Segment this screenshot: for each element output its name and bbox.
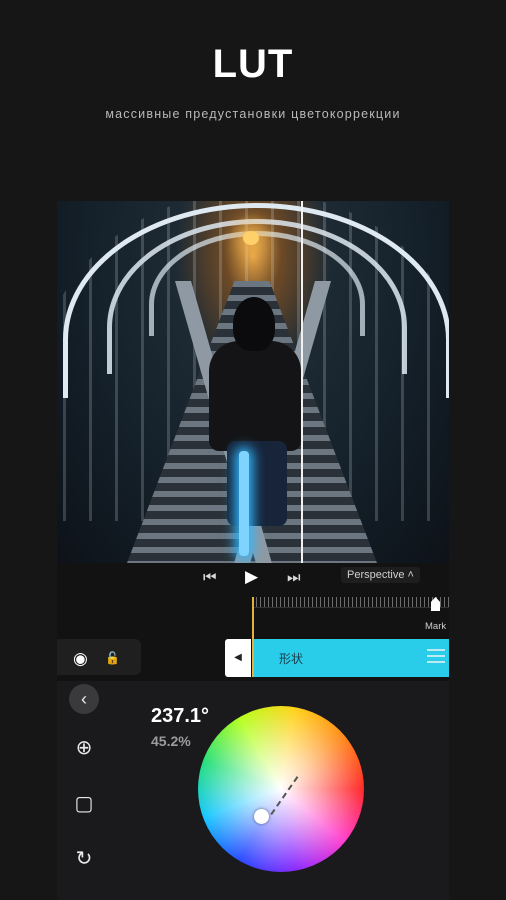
- play-icon[interactable]: ▶: [245, 567, 258, 587]
- timeline-ruler[interactable]: [252, 597, 449, 607]
- saturation-value: 45.2%: [151, 733, 191, 749]
- clip-label: 形状: [279, 652, 304, 666]
- transport-bar: ⏮ ▶ ⏭ Perspective ˄: [57, 563, 449, 593]
- color-wheel[interactable]: [198, 706, 364, 872]
- hero-title: LUT: [212, 42, 294, 86]
- layer-controls: ◉ 🔓: [57, 639, 141, 675]
- compare-split-line[interactable]: [301, 201, 303, 563]
- person-legs: [227, 441, 287, 526]
- hero-subtitle: массивные предустановки цветокоррекции: [105, 107, 401, 121]
- hue-value: 237.1°: [151, 705, 210, 727]
- person-body: [209, 341, 301, 451]
- perspective-dropdown[interactable]: Perspective ˄: [341, 567, 420, 583]
- light-stick: [239, 451, 249, 556]
- ceiling-lamp: [243, 231, 259, 245]
- chevron-up-icon: ˄: [407, 569, 414, 581]
- skip-back-icon[interactable]: ⏮: [203, 569, 217, 586]
- add-keyframe-icon[interactable]: ⊕: [69, 733, 99, 763]
- timeline-ruler-baseline: [252, 607, 449, 608]
- eye-icon[interactable]: ◉: [73, 649, 88, 669]
- color-wheel-knob[interactable]: [254, 809, 269, 824]
- clip-trim-handle[interactable]: ◀: [225, 639, 251, 677]
- perspective-label: Perspective: [347, 569, 405, 581]
- app-screen: ⏮ ▶ ⏭ Perspective ˄ Mark ◉ 🔓 ◀ 形状 ‹ ⊕ ▢ …: [57, 201, 449, 900]
- color-wheel-panel: ‹ ⊕ ▢ ↻ 237.1° 45.2%: [57, 681, 449, 900]
- back-icon[interactable]: ‹: [69, 684, 99, 714]
- crop-icon[interactable]: ▢: [69, 789, 99, 819]
- playhead[interactable]: [252, 597, 254, 677]
- mark-label: Mark: [425, 621, 447, 632]
- person-head: [233, 297, 275, 351]
- menu-icon[interactable]: [427, 649, 445, 667]
- effect-clip[interactable]: 形状: [253, 639, 449, 677]
- video-preview[interactable]: [57, 201, 449, 563]
- unlock-icon[interactable]: 🔓: [105, 651, 120, 665]
- skip-forward-icon[interactable]: ⏭: [287, 569, 301, 586]
- rotate-icon[interactable]: ↻: [69, 844, 99, 874]
- wheel-direction-indicator: [270, 776, 301, 817]
